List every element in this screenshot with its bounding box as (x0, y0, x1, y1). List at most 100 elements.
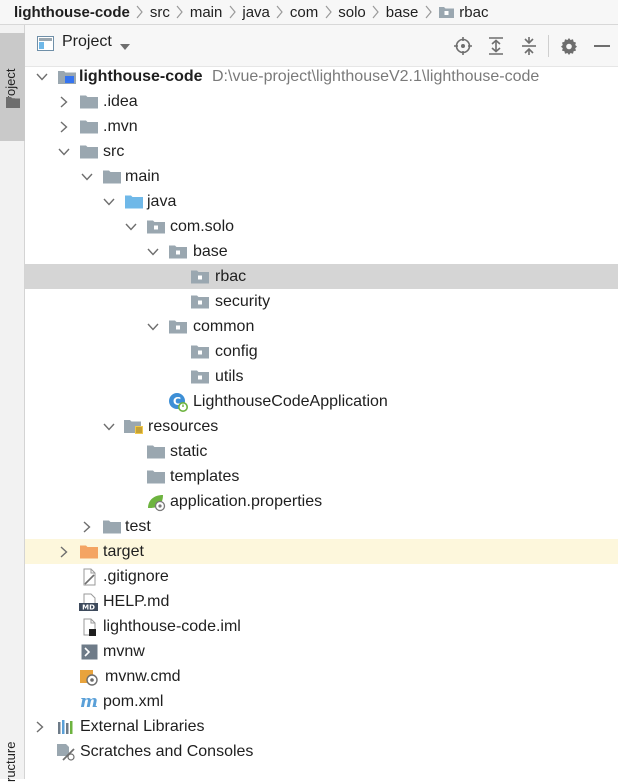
chevron-right-icon (366, 0, 386, 24)
package-icon (190, 264, 210, 289)
tree-row-rbac[interactable]: rbac (25, 264, 618, 289)
libraries-icon (56, 714, 76, 739)
tree-row-common[interactable]: common (25, 314, 618, 339)
chevron-right-icon (130, 0, 150, 24)
tree-row-resources[interactable]: resources (25, 414, 618, 439)
project-view-selector[interactable]: Project (37, 32, 130, 60)
tree-row-gitignore[interactable]: .gitignore (25, 564, 618, 589)
breadcrumb-item-solo[interactable]: solo (338, 0, 366, 24)
chevron-down-icon[interactable] (146, 239, 160, 264)
chevron-down-icon[interactable] (102, 414, 116, 439)
tree-row-java[interactable]: java (25, 189, 618, 214)
chevron-right-icon (222, 0, 242, 24)
breadcrumb-item-base[interactable]: base (385, 0, 419, 24)
tree-row-templates[interactable]: templates (25, 464, 618, 489)
folder-icon (102, 514, 122, 539)
tree-row-src[interactable]: src (25, 139, 618, 164)
project-view-icon (37, 36, 54, 55)
tree-node-label: target (103, 543, 144, 560)
chevron-right-icon[interactable] (80, 514, 94, 539)
chevron-down-icon[interactable] (102, 189, 116, 214)
chevron-down-icon[interactable] (80, 164, 94, 189)
breadcrumb-item-main[interactable]: main (190, 0, 223, 24)
project-tree: lighthouse-code D:\vue-project\lighthous… (25, 64, 618, 779)
breadcrumb-label: java (242, 3, 270, 21)
tree-node-label: application.properties (170, 493, 323, 510)
breadcrumb-item-com[interactable]: com (289, 0, 319, 24)
shell-script-icon (79, 639, 99, 664)
tree-row-external-libraries[interactable]: External Libraries (25, 714, 618, 739)
package-icon (190, 364, 210, 389)
tree-node-label: test (125, 518, 151, 535)
breadcrumb-item-rbac[interactable]: rbac (438, 0, 489, 24)
locate-icon[interactable] (446, 25, 479, 67)
chevron-down-icon[interactable] (124, 214, 138, 239)
tree-row-security[interactable]: security (25, 289, 618, 314)
chevron-right-icon (418, 0, 438, 24)
minimize-icon[interactable] (585, 25, 618, 67)
chevron-right-icon[interactable] (57, 89, 71, 114)
chevron-right-icon (270, 0, 290, 24)
tree-row-static[interactable]: static (25, 439, 618, 464)
project-tool-window-tab[interactable]: Project (0, 33, 25, 141)
breadcrumb-label: base (385, 3, 419, 21)
tree-row-help-md[interactable]: MD HELP.md (25, 589, 618, 614)
tree-node-label: HELP.md (103, 593, 170, 610)
chevron-down-icon (119, 37, 130, 54)
tree-node-label: Scratches and Consoles (80, 743, 254, 760)
chevron-right-icon[interactable] (57, 114, 71, 139)
tree-row-config[interactable]: config (25, 339, 618, 364)
tree-row-com-solo[interactable]: com.solo (25, 214, 618, 239)
breadcrumb-item-src[interactable]: src (150, 0, 170, 24)
tree-row-target[interactable]: target (25, 539, 618, 564)
chevron-right-icon (170, 0, 190, 24)
svg-text:m: m (80, 694, 98, 710)
tree-node-label: rbac (215, 268, 247, 285)
chevron-right-icon[interactable] (33, 714, 47, 739)
tree-node-label: External Libraries (80, 718, 205, 735)
breadcrumb-label: com (289, 3, 319, 21)
expand-all-icon[interactable] (479, 25, 512, 67)
breadcrumb-label: rbac (459, 3, 489, 21)
chevron-down-icon[interactable] (57, 139, 71, 164)
breadcrumb-item-java[interactable]: java (242, 0, 270, 24)
markdown-file-icon: MD (79, 589, 99, 614)
scratches-icon (56, 739, 76, 764)
spring-properties-icon (146, 489, 166, 514)
structure-tab-label: ructure (3, 741, 18, 782)
package-icon (168, 239, 188, 264)
chevron-right-icon[interactable] (57, 539, 71, 564)
package-icon (438, 0, 456, 24)
chevron-right-icon (318, 0, 338, 24)
breadcrumb-item-project[interactable]: lighthouse-code (14, 0, 130, 24)
tree-node-label: base (193, 243, 228, 260)
tree-row-mvnw[interactable]: mvnw (25, 639, 618, 664)
tree-node-label: .gitignore (103, 568, 169, 585)
source-folder-icon (124, 189, 144, 214)
tree-row-application-class[interactable]: C LighthouseCodeApplication (25, 389, 618, 414)
excluded-folder-icon (79, 539, 99, 564)
tree-row-base[interactable]: base (25, 239, 618, 264)
tree-node-label: static (170, 443, 208, 460)
gear-icon[interactable] (552, 25, 585, 67)
tree-row-root[interactable]: lighthouse-code D:\vue-project\lighthous… (25, 64, 618, 89)
folder-icon (79, 89, 99, 114)
tree-row-mvn[interactable]: .mvn (25, 114, 618, 139)
breadcrumb-label: lighthouse-code (14, 3, 130, 21)
chevron-down-icon[interactable] (35, 64, 49, 89)
tree-node-label: config (215, 343, 258, 360)
folder-icon (79, 139, 99, 164)
tree-row-main[interactable]: main (25, 164, 618, 189)
batch-file-icon (79, 664, 99, 689)
tree-row-scratches[interactable]: Scratches and Consoles (25, 739, 618, 764)
resources-folder-icon (124, 414, 144, 439)
collapse-all-icon[interactable] (512, 25, 545, 67)
tree-row-pom-xml[interactable]: m pom.xml (25, 689, 618, 714)
tree-row-test[interactable]: test (25, 514, 618, 539)
chevron-down-icon[interactable] (146, 314, 160, 339)
tree-row-application-properties[interactable]: application.properties (25, 489, 618, 514)
tree-row-mvnw-cmd[interactable]: mvnw.cmd (25, 664, 618, 689)
tree-row-utils[interactable]: utils (25, 364, 618, 389)
tree-row-iml[interactable]: lighthouse-code.iml (25, 614, 618, 639)
tree-row-idea[interactable]: .idea (25, 89, 618, 114)
